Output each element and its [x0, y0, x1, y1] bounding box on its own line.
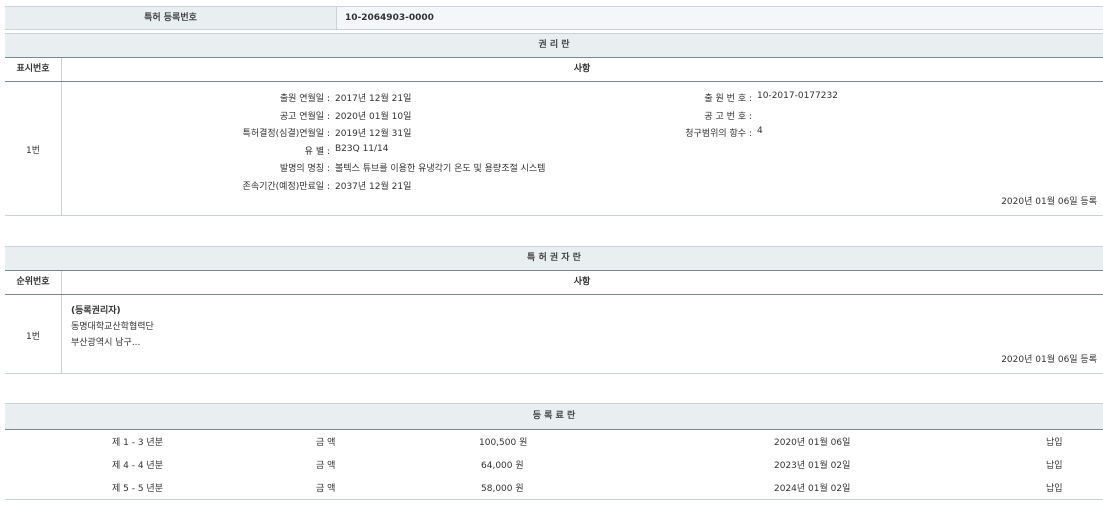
- field-value-expiry-date: 2037년 12월 21일: [335, 179, 411, 192]
- holder-section-title: 특 허 권 자 란: [5, 246, 1103, 271]
- registration-number-label-cell: 특허 등록번호: [5, 6, 336, 30]
- fee-status: 납입: [1046, 458, 1063, 471]
- field-label-decision-date: 특허결정(심결)연월일 :: [243, 126, 330, 139]
- holder-address: 부산광역시 남구...: [71, 335, 140, 348]
- field-label-application-number: 출 원 번 호 :: [704, 91, 752, 104]
- fee-amount-label: 금 액: [316, 435, 335, 448]
- fee-date: 2020년 01월 06일: [774, 435, 850, 448]
- rights-row-number: 1번: [5, 143, 61, 156]
- rights-section-title: 권 리 란: [5, 33, 1103, 58]
- holder-row-number: 1번: [5, 329, 61, 342]
- fee-section-title-text: 등 록 료 란: [533, 411, 576, 421]
- holder-column-header: 순위번호 사항: [5, 271, 1103, 295]
- rights-column-header: 표시번호 사항: [5, 58, 1103, 82]
- fee-row: 제 1 - 3 년분 금 액 100,500 원 2020년 01월 06일 납…: [5, 430, 1103, 453]
- registration-number-value-cell: 10-2064903-0000: [336, 6, 1103, 30]
- field-label-claims-count: 청구범위의 항수 :: [685, 126, 752, 139]
- field-value-invention-title: 볼텍스 튜브를 이용한 유냉각기 온도 및 용량조절 시스템: [335, 161, 545, 174]
- field-label-expiry-date: 존속기간(예정)만료일 :: [243, 179, 330, 192]
- holder-col-num-header: 순위번호: [5, 271, 62, 294]
- field-label-publication-number: 공 고 번 호 :: [704, 109, 752, 122]
- field-value-classification: B23Q 11/14: [335, 144, 389, 154]
- holder-section-title-text: 특 허 권 자 란: [527, 253, 581, 263]
- rights-section-title-text: 권 리 란: [538, 40, 569, 50]
- fee-amount: 58,000 원: [481, 481, 524, 494]
- field-value-decision-date: 2019년 12월 31일: [335, 126, 411, 139]
- field-label-invention-title: 발명의 명칭 :: [280, 161, 330, 174]
- fee-row: 제 4 - 4 년분 금 액 64,000 원 2023년 01월 02일 납입: [5, 453, 1103, 476]
- fee-amount-label: 금 액: [316, 481, 335, 494]
- fee-amount: 100,500 원: [479, 435, 527, 448]
- rights-row: 1번 출원 연월일 : 2017년 12월 21일 공고 연월일 : 2020년…: [5, 82, 1103, 216]
- fee-amount: 64,000 원: [481, 458, 524, 471]
- registration-number-value: 10-2064903-0000: [337, 7, 1103, 29]
- fee-status: 납입: [1046, 481, 1063, 494]
- rights-col-content-header: 사항: [61, 58, 1103, 81]
- holder-col-content-header: 사항: [61, 271, 1103, 294]
- fee-period: 제 5 - 5 년분: [112, 481, 163, 494]
- rights-row-number-cell: 1번: [5, 82, 62, 215]
- holder-row: 1번 (등록권리자) 동명대학교산학협력단 부산광역시 남구... 2020년 …: [5, 295, 1103, 374]
- rights-col-num-header: 표시번호: [5, 58, 62, 81]
- registration-number-label: 특허 등록번호: [5, 7, 336, 29]
- fee-date: 2024년 01월 02일: [774, 481, 850, 494]
- fee-row: 제 5 - 5 년분 금 액 58,000 원 2024년 01월 02일 납입: [5, 476, 1103, 500]
- fee-section-title: 등 록 료 란: [5, 403, 1103, 430]
- holder-row-number-cell: 1번: [5, 295, 62, 373]
- fee-period: 제 4 - 4 년분: [112, 458, 163, 471]
- field-value-claims-count: 4: [757, 126, 763, 136]
- fee-date: 2023년 01월 02일: [774, 458, 850, 471]
- holder-type: (등록권리자): [71, 303, 121, 316]
- field-value-publication-date: 2020년 01월 10일: [335, 109, 411, 122]
- field-label-application-date: 출원 연월일 :: [280, 91, 330, 104]
- field-value-application-date: 2017년 12월 21일: [335, 91, 411, 104]
- holder-registration-date: 2020년 01월 06일 등록: [1001, 352, 1097, 365]
- rights-registration-date: 2020년 01월 06일 등록: [1001, 194, 1097, 207]
- field-value-application-number: 10-2017-0177232: [757, 91, 838, 101]
- holder-name: 동명대학교산학협력단: [71, 319, 154, 332]
- fee-period: 제 1 - 3 년분: [112, 435, 163, 448]
- field-label-publication-date: 공고 연월일 :: [280, 109, 330, 122]
- field-label-classification: 유 별 :: [305, 144, 330, 157]
- fee-status: 납입: [1046, 435, 1063, 448]
- fee-amount-label: 금 액: [316, 458, 335, 471]
